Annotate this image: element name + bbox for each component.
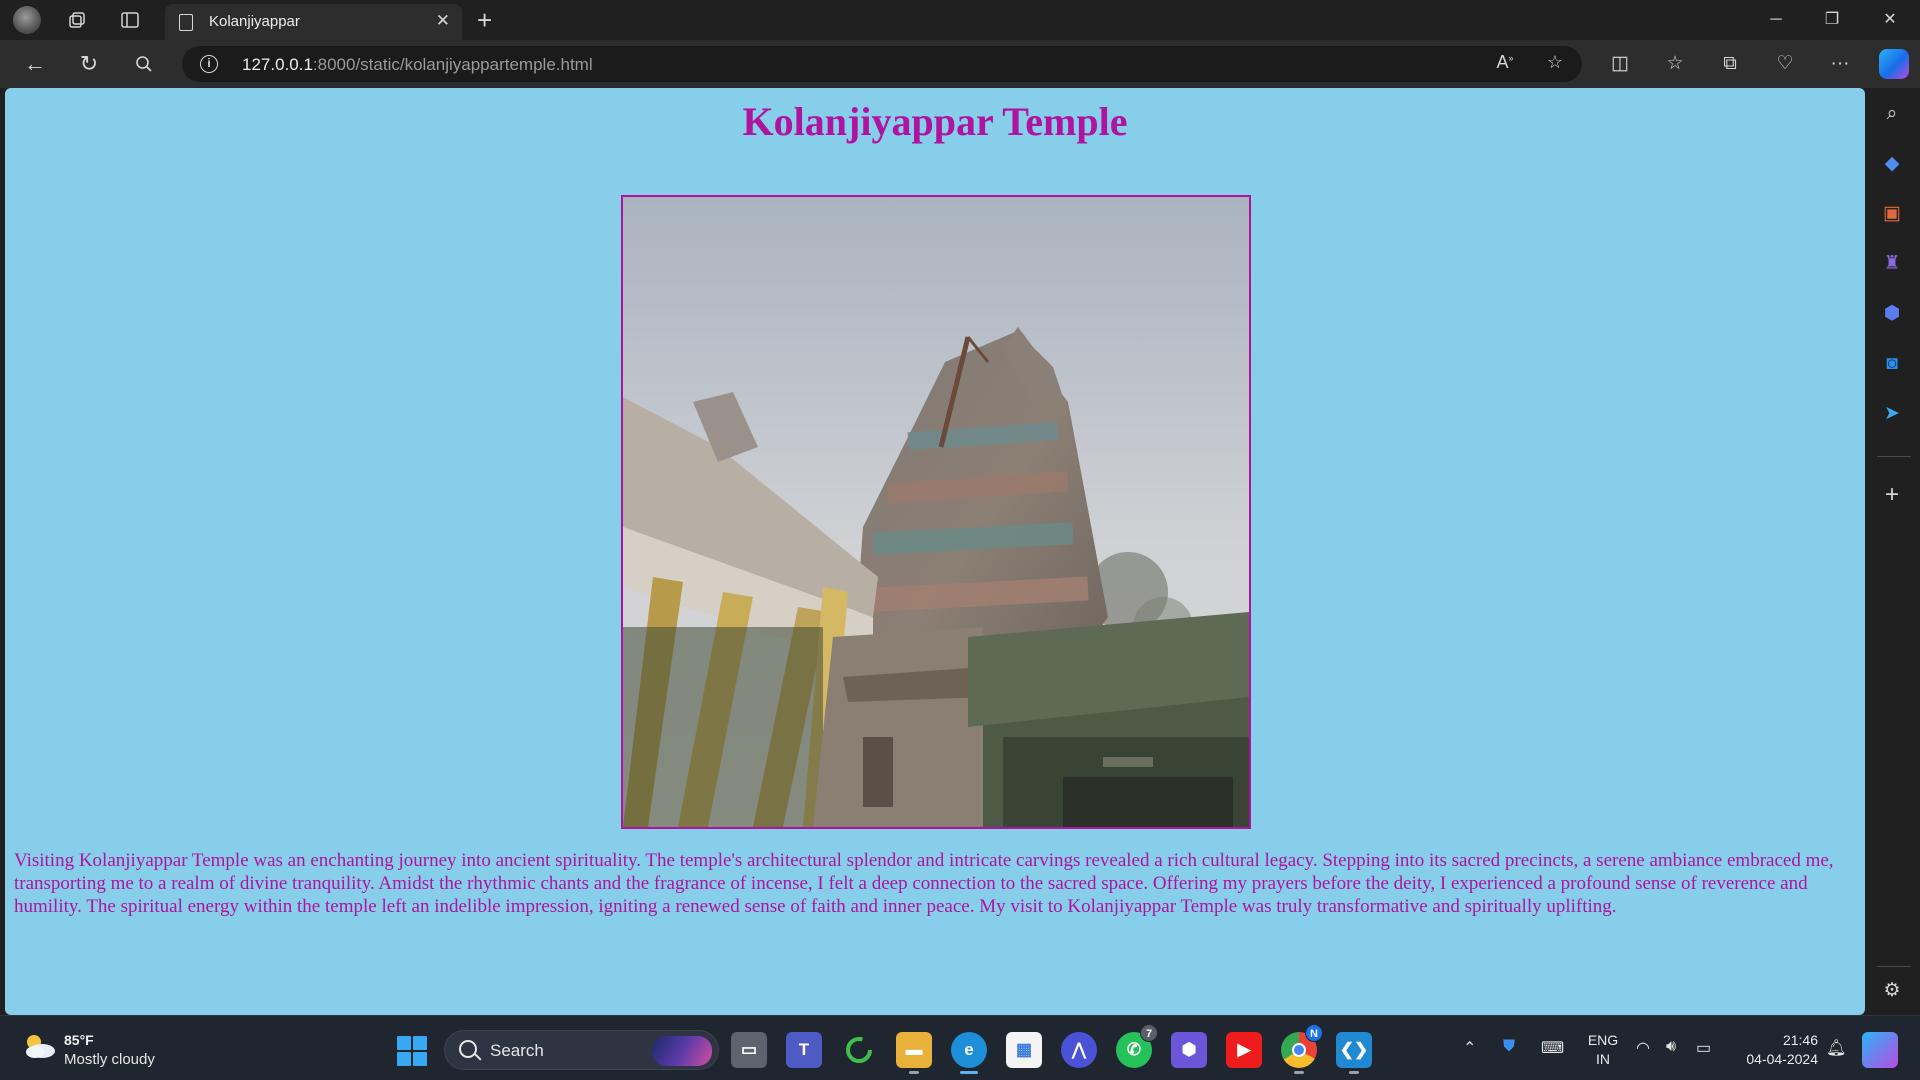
notification-bell-icon[interactable]: 🔔︎ (1826, 1038, 1846, 1058)
split-screen-icon[interactable]: ◫ (1605, 50, 1635, 78)
windows-taskbar: 85°F Mostly cloudy Search ▭ T ▬ e ▦ ⋀ ✆ 7… (0, 1015, 1920, 1080)
whatsapp-badge: 7 (1140, 1024, 1158, 1042)
page-viewport: Kolanjiyappar Temple Visiting Kolanjiyap… (5, 88, 1865, 1015)
browser-toolbar: ← ↻ i 127.0.0.1:8000/static/kolanjiyappa… (0, 40, 1920, 88)
read-aloud-icon[interactable]: A» (1492, 52, 1518, 76)
search-icon (459, 1040, 477, 1058)
favorites-icon[interactable]: ☆ (1660, 50, 1690, 78)
sidebar-shopping-icon[interactable]: ◆ (1878, 151, 1906, 177)
weather-cloud-icon[interactable] (22, 1032, 56, 1060)
chrome-icon[interactable]: N (1281, 1024, 1323, 1074)
url-text[interactable]: 127.0.0.1:8000/static/kolanjiyappartempl… (242, 55, 593, 75)
sidebar-tools-icon[interactable]: ▣ (1878, 201, 1906, 227)
copilot-app-icon[interactable]: ⬢ (1171, 1032, 1207, 1068)
new-tab-button[interactable]: + (477, 5, 492, 36)
temple-photo (621, 195, 1251, 829)
sidebar-divider (1877, 456, 1911, 457)
page-title: Kolanjiyappar Temple (742, 99, 1128, 144)
arc-app-icon[interactable]: ⋀ (1061, 1032, 1097, 1068)
favorite-star-icon[interactable]: ☆ (1542, 52, 1568, 76)
youtube-icon[interactable]: ▶ (1226, 1032, 1262, 1068)
temple-photo-art (623, 197, 1249, 827)
sidebar-copilot-icon[interactable]: ⬢ (1878, 301, 1906, 327)
refresh-app-icon[interactable] (841, 1032, 877, 1068)
taskbar-search[interactable]: Search (444, 1030, 719, 1070)
back-button[interactable]: ← (19, 49, 51, 79)
browser-essentials-icon[interactable]: ♡ (1770, 50, 1800, 78)
sidebar-settings-icon[interactable]: ⚙ (1878, 978, 1906, 1004)
restore-button[interactable]: ❐ (1808, 6, 1856, 34)
search-highlight-image (652, 1036, 712, 1066)
volume-icon[interactable]: 🔊︎ (1666, 1038, 1676, 1056)
input-language[interactable]: ENG IN (1585, 1031, 1621, 1069)
minimize-button[interactable]: ─ (1752, 6, 1800, 34)
battery-icon[interactable]: ▭ (1696, 1038, 1711, 1058)
taskbar-search-label: Search (490, 1041, 544, 1060)
clock-date: 04-04-2024 (1746, 1051, 1818, 1067)
weather-description[interactable]: Mostly cloudy (64, 1051, 155, 1068)
profile-avatar[interactable] (13, 6, 41, 34)
tab-actions-icon[interactable] (115, 6, 145, 34)
sidebar-add-icon[interactable]: + (1878, 482, 1906, 508)
teams-icon[interactable]: T (786, 1032, 822, 1068)
more-menu-icon[interactable]: ··· (1825, 50, 1855, 78)
refresh-button[interactable]: ↻ (73, 49, 105, 79)
close-tab-icon[interactable]: ✕ (436, 11, 450, 31)
visit-description: Visiting Kolanjiyappar Temple was an enc… (14, 850, 1834, 917)
start-button[interactable] (397, 1036, 427, 1066)
system-clock[interactable]: 21:46 04-04-2024 (1734, 1031, 1818, 1069)
clock-time: 21:46 (1782, 1032, 1818, 1048)
keyboard-icon[interactable]: ⌨ (1541, 1038, 1564, 1058)
sidebar-games-icon[interactable]: ♜ (1878, 251, 1906, 277)
file-explorer-icon[interactable]: ▬ (896, 1032, 932, 1074)
microsoft-store-icon[interactable]: ▦ (1006, 1032, 1042, 1068)
sidebar-send-icon[interactable]: ➤ (1878, 401, 1906, 427)
show-hidden-icons-chevron-icon[interactable]: ⌃ (1463, 1038, 1476, 1058)
task-view-icon[interactable]: ▭ (731, 1032, 767, 1068)
copilot-icon[interactable] (1879, 49, 1909, 79)
whatsapp-icon[interactable]: ✆ 7 (1116, 1024, 1158, 1068)
sidebar-divider (1877, 966, 1911, 967)
site-info-icon[interactable]: i (200, 55, 218, 73)
tab-kolanjiyappar[interactable]: Kolanjiyappar ✕ (165, 4, 462, 40)
security-shield-icon[interactable]: ⛊ (1503, 1038, 1515, 1056)
region-code: IN (1596, 1051, 1610, 1067)
copilot-taskbar-icon[interactable] (1862, 1032, 1898, 1068)
workspaces-icon[interactable] (62, 6, 92, 34)
edge-browser-icon[interactable]: e (951, 1032, 987, 1074)
collections-icon[interactable]: ⧉ (1715, 50, 1745, 78)
close-window-button[interactable]: ✕ (1866, 6, 1914, 34)
language-code: ENG (1587, 1032, 1619, 1048)
page-favicon-icon (179, 14, 193, 31)
tab-title: Kolanjiyappar (209, 13, 300, 30)
vscode-icon[interactable]: ❮❯ (1336, 1032, 1372, 1074)
chrome-profile-badge: N (1305, 1024, 1323, 1042)
wifi-icon[interactable]: ◠ (1636, 1038, 1650, 1058)
sidebar-outlook-icon[interactable]: ◙ (1878, 351, 1906, 377)
search-icon[interactable] (128, 49, 160, 79)
address-bar[interactable]: i 127.0.0.1:8000/static/kolanjiyappartem… (182, 46, 1582, 82)
weather-temperature[interactable]: 85°F (64, 1032, 94, 1048)
edge-sidebar: ⌕ ◆ ▣ ♜ ⬢ ◙ ➤ + ⚙ (1865, 88, 1920, 1015)
browser-tab-bar: Kolanjiyappar ✕ + ─ ❐ ✕ (0, 0, 1920, 40)
sidebar-search-icon[interactable]: ⌕ (1878, 101, 1906, 127)
